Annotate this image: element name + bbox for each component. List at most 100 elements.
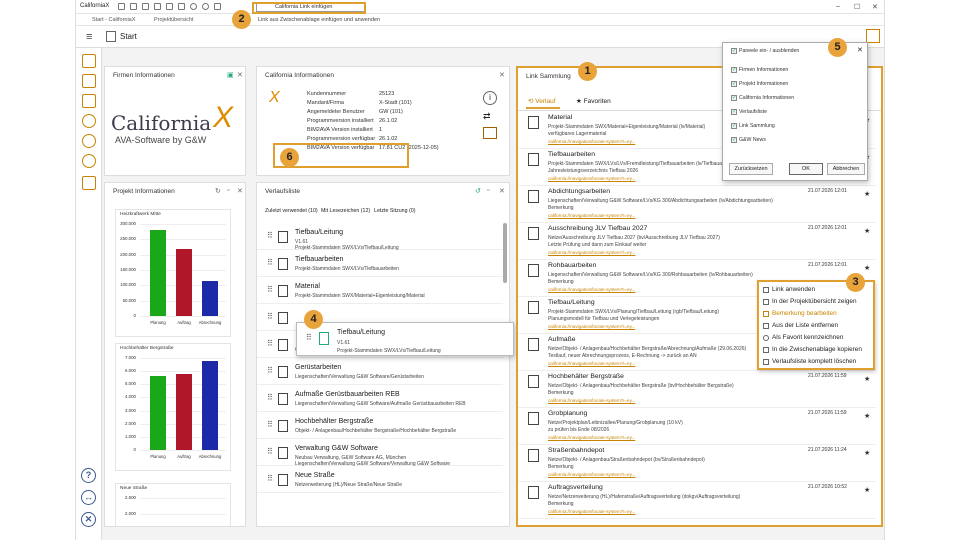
gear-icon[interactable] [178, 3, 185, 10]
verlauf-item-s2: Projekt-Stammdaten SWX/LVs/Tiefbau/Leitu… [295, 245, 399, 251]
star-icon[interactable]: ★ [864, 412, 870, 420]
link-item[interactable]: Straßenbahndepot 21.07.2026 11:24 Netze/Ob… [518, 445, 876, 482]
drag-handle-icon[interactable]: ⠿ [267, 475, 275, 484]
ctx-remove[interactable]: Aus der Liste entfernen [772, 322, 838, 329]
link-item[interactable]: Auftragsverteilung 21.07.2026 10:52 Netze/… [518, 482, 876, 519]
bookmark-icon[interactable] [130, 3, 137, 10]
help-icon[interactable] [190, 3, 197, 10]
star-icon[interactable]: ★ [864, 375, 870, 383]
box-icon[interactable] [483, 127, 497, 139]
tab-favoriten[interactable]: ★ Favoriten [576, 97, 611, 105]
cb-links[interactable]: ✓ [731, 123, 737, 129]
ctx-copy[interactable]: In die Zwischenablage kopieren [772, 346, 862, 353]
panels-close-icon[interactable]: ✕ [857, 46, 863, 54]
link-item-title: Aufmaße [548, 336, 576, 343]
star-icon[interactable]: ★ [864, 264, 870, 272]
minimize-icon[interactable]: – [836, 3, 840, 10]
menu-icon[interactable]: ≡ [86, 31, 92, 43]
sidebar-list-icon[interactable] [82, 54, 96, 68]
verlauf-scrollbar[interactable] [503, 223, 507, 283]
folder-icon[interactable] [214, 3, 221, 10]
cb-california[interactable]: ✓ [731, 95, 737, 101]
verlauf-item[interactable]: ⠿ Aufmaße Gerüstbauarbeiten REB Liegenscha… [257, 387, 503, 412]
cancel-button[interactable]: Abbrechen [827, 163, 865, 175]
drag-handle-icon[interactable]: ⠿ [267, 448, 275, 457]
close-icon[interactable]: ✕ [872, 3, 878, 11]
cinfo-close-icon[interactable]: ✕ [499, 71, 505, 79]
cb-projekt[interactable]: ✓ [731, 81, 737, 87]
drag-handle-icon[interactable]: ⠿ [267, 259, 275, 268]
drag-handle-icon[interactable]: ⠿ [267, 367, 275, 376]
tab-start[interactable]: Start - CaliforniaX [92, 17, 135, 23]
ctx-show-overview[interactable]: In der Projektübersicht zeigen [772, 298, 857, 305]
bar-auftrag [176, 373, 192, 450]
verlauf-item-n: Hochbehälter Bergstraße [295, 418, 374, 425]
sidebar-swap-icon[interactable]: ↔ [81, 490, 96, 505]
restore-icon[interactable]: ▫ [227, 187, 229, 194]
verlauf-restore-icon[interactable]: ▫ [487, 187, 489, 194]
star-icon[interactable]: ★ [864, 486, 870, 494]
grid-line [140, 358, 226, 359]
ok-button[interactable]: OK [789, 163, 823, 175]
ctx-apply[interactable]: Link anwenden [772, 286, 815, 293]
refresh-icon[interactable]: ↻ [215, 187, 221, 195]
link-item[interactable]: Ausschreibung JLV Tiefbau 2027 21.07.2026… [518, 223, 876, 260]
verlauf-item[interactable]: ⠿ Material Projekt-Stammdaten SWX/Material… [257, 279, 503, 304]
ctx-clear[interactable]: Verlaufsliste komplett löschen [772, 358, 856, 365]
verlauf-close-icon[interactable]: ✕ [499, 187, 505, 195]
sidebar-close-icon[interactable]: ✕ [81, 512, 96, 527]
verlauf-item[interactable]: ⠿ Tiefbauarbeiten Projekt-Stammdaten SWX/L… [257, 252, 503, 277]
tab-bar: Start - CaliforniaX Projektübersicht [76, 14, 884, 26]
home-icon[interactable] [118, 3, 125, 10]
filter-recent[interactable]: Zuletzt verwendet (10) [265, 208, 318, 214]
tab-verlauf[interactable]: ⟲ Verlauf [528, 97, 556, 105]
drag-handle-icon[interactable]: ⠿ [267, 313, 275, 322]
cb-verlauf[interactable]: ✓ [731, 109, 737, 115]
drag-handle-icon[interactable]: ⠿ [267, 394, 275, 403]
star-icon[interactable]: ★ [864, 227, 870, 235]
filter-session[interactable]: Letzte Sitzung (0) [374, 208, 416, 214]
projekt-close-icon[interactable]: ✕ [237, 187, 243, 195]
star-icon[interactable]: ★ [864, 190, 870, 198]
reset-button[interactable]: Zurücksetzen [729, 163, 773, 175]
comment-icon[interactable]: ▣ [227, 71, 234, 79]
sidebar-tools-icon[interactable] [82, 94, 96, 108]
verlauf-item[interactable]: ⠿ Verwaltung G&W Software Neubau Verwaltun… [257, 441, 503, 467]
drag-handle-icon[interactable]: ⠿ [267, 286, 275, 295]
sidebar-info-icon[interactable] [82, 134, 96, 148]
badge-2: 2 [232, 10, 251, 29]
verlauf-item[interactable]: ⠿ Gerüstarbeiten Liegenschaften/Verwaltung… [257, 360, 503, 385]
sidebar-help-icon[interactable]: ? [81, 468, 96, 483]
cb-firmen[interactable]: ✓ [731, 67, 737, 73]
lock-icon[interactable] [166, 3, 173, 10]
cb-news[interactable]: ✓ [731, 137, 737, 143]
grid-icon[interactable] [142, 3, 149, 10]
panels-all-checkbox[interactable]: ✓ [731, 48, 737, 54]
verlauf-item[interactable]: ⠿ Hochbehälter Bergstraße Objekt- / Anlage… [257, 414, 503, 439]
filter-bookmarks[interactable]: Mit Lesezeichen (12) [321, 208, 370, 214]
drag-handle-icon[interactable]: ⠿ [267, 340, 275, 349]
verlauf-item[interactable]: ⠿ Tiefbau/Leitung V1.61 Projekt-Stammdaten … [257, 225, 503, 251]
firmen-close-icon[interactable]: ✕ [237, 71, 243, 79]
doc-icon[interactable] [154, 3, 161, 10]
sidebar-megaphone-icon[interactable] [82, 154, 96, 168]
info-icon[interactable] [202, 3, 209, 10]
panels-icon[interactable] [866, 29, 880, 43]
drag-handle-icon[interactable]: ⠿ [267, 232, 275, 241]
info-icon[interactable]: i [483, 91, 497, 105]
drag-handle-icon[interactable]: ⠿ [267, 421, 275, 430]
verlauf-item[interactable]: ⠿ Neue Straße Netzerweiterung (HL)/Neue St… [257, 468, 503, 493]
link-item[interactable]: Abdichtungsarbeiten 21.07.2026 12:01 Liege… [518, 186, 876, 223]
star-icon[interactable]: ★ [864, 449, 870, 457]
ctx-favorite[interactable]: Als Favorit kennzeichnen [772, 334, 843, 341]
tab-projects[interactable]: Projektübersicht [154, 17, 193, 23]
sidebar-contacts-icon[interactable] [82, 74, 96, 88]
link-item[interactable]: Grobplanung 21.07.2026 11:59 Netze/Projekt… [518, 408, 876, 445]
sidebar-gear-icon[interactable] [82, 114, 96, 128]
share-icon[interactable]: ⇄ [483, 111, 497, 123]
sidebar-note-icon[interactable] [82, 176, 96, 190]
ctx-edit-note[interactable]: Bemerkung bearbeiten [772, 310, 837, 317]
link-item[interactable]: Hochbehälter Bergstraße 21.07.2026 11:59 N… [518, 371, 876, 408]
history-icon[interactable]: ↺ [475, 187, 481, 195]
maximize-icon[interactable]: ☐ [854, 3, 860, 11]
